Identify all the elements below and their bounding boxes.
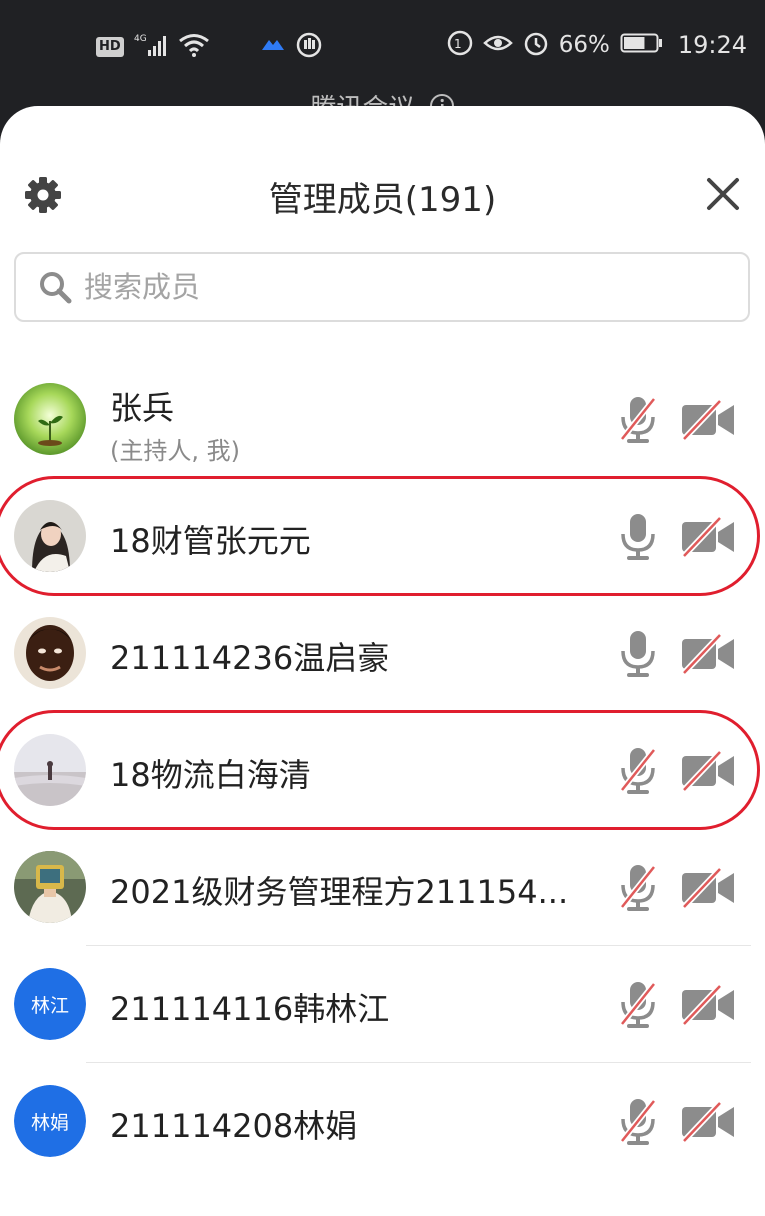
mic-icon xyxy=(621,631,655,677)
member-row[interactable]: 2021级财务管理程方211154... xyxy=(0,829,765,946)
app-notification-icon xyxy=(260,34,286,60)
mic-toggle-button[interactable] xyxy=(618,395,658,445)
camera-toggle-button[interactable] xyxy=(680,632,736,676)
mic-muted-icon xyxy=(619,865,657,911)
avatar-initials: 林江 xyxy=(14,968,86,1040)
avatar: 林娟 xyxy=(14,1085,86,1157)
member-row[interactable]: 211114236温启豪 xyxy=(0,595,765,712)
mic-toggle-button[interactable] xyxy=(618,863,658,913)
camera-off-icon xyxy=(681,632,734,676)
mic-toggle-button[interactable] xyxy=(618,512,658,562)
status-bar: HD 4G 1 66% 19:24 xyxy=(0,0,765,124)
signal-icon: 4G xyxy=(134,32,168,62)
wifi-icon xyxy=(178,32,210,62)
member-name: 211114116韩林江 xyxy=(110,990,390,1028)
camera-toggle-button[interactable] xyxy=(680,1100,736,1144)
mic-muted-icon xyxy=(619,748,657,794)
eye-icon xyxy=(482,31,513,59)
mic-toggle-button[interactable] xyxy=(618,746,658,796)
settings-button[interactable] xyxy=(22,174,64,216)
avatar-image xyxy=(14,851,86,923)
avatar-image xyxy=(14,500,86,572)
camera-off-icon xyxy=(681,398,734,442)
camera-toggle-button[interactable] xyxy=(680,749,736,793)
member-row[interactable]: 张兵 (主持人, 我) xyxy=(0,361,765,478)
panel-title: 管理成员(191) xyxy=(268,180,497,220)
avatar-image xyxy=(14,617,86,689)
camera-toggle-button[interactable] xyxy=(680,983,736,1027)
avatar-image xyxy=(14,383,86,455)
member-name: 18物流白海清 xyxy=(110,756,311,794)
avatar xyxy=(14,851,86,923)
avatar xyxy=(14,500,86,572)
battery-percent: 66% xyxy=(558,32,610,58)
avatar xyxy=(14,383,86,455)
panel-header: 管理成员(191) xyxy=(0,106,765,256)
mic-toggle-button[interactable] xyxy=(618,980,658,1030)
camera-off-icon xyxy=(681,983,734,1027)
camera-toggle-button[interactable] xyxy=(680,398,736,442)
camera-off-icon xyxy=(681,866,734,910)
avatar-image xyxy=(14,734,86,806)
mic-toggle-button[interactable] xyxy=(618,1097,658,1147)
camera-toggle-button[interactable] xyxy=(680,866,736,910)
member-name: 211114236温启豪 xyxy=(110,639,390,677)
search-icon xyxy=(40,272,72,304)
member-row[interactable]: 18物流白海清 xyxy=(0,712,765,829)
svg-text:4G: 4G xyxy=(134,34,147,44)
mic-muted-icon xyxy=(619,397,657,443)
panel-title-wrap: 管理成员(191) xyxy=(0,172,765,221)
member-name: 211114208林娟 xyxy=(110,1107,358,1145)
member-name: 张兵 xyxy=(110,389,175,427)
manage-members-panel: 管理成员(191) 张兵 (主持人, 我) 18财管张元元 211114236温启豪 1… xyxy=(0,106,765,1216)
clock: 19:24 xyxy=(677,31,747,59)
mic-muted-icon xyxy=(619,982,657,1028)
member-name: 2021级财务管理程方211154... xyxy=(110,873,569,911)
camera-off-icon xyxy=(681,749,734,793)
svg-text:1: 1 xyxy=(454,37,462,51)
hand-icon xyxy=(296,32,322,62)
search-input[interactable] xyxy=(82,269,686,305)
data-saver-icon: 1 xyxy=(447,30,473,60)
avatar: 林江 xyxy=(14,968,86,1040)
close-button[interactable] xyxy=(703,174,743,214)
member-row[interactable]: 林娟 211114208林娟 xyxy=(0,1063,765,1180)
avatar xyxy=(14,617,86,689)
member-row[interactable]: 林江 211114116韩林江 xyxy=(0,946,765,1063)
camera-off-icon xyxy=(681,515,734,559)
mic-muted-icon xyxy=(619,1099,657,1145)
member-role: (主持人, 我) xyxy=(110,437,240,465)
gear-icon xyxy=(25,177,61,213)
camera-off-icon xyxy=(681,1100,734,1144)
hd-badge: HD xyxy=(96,37,124,57)
battery-icon xyxy=(620,32,664,58)
search-box[interactable] xyxy=(14,252,750,322)
close-icon xyxy=(707,178,739,210)
camera-toggle-button[interactable] xyxy=(680,515,736,559)
mic-toggle-button[interactable] xyxy=(618,629,658,679)
mic-icon xyxy=(621,514,655,560)
member-name: 18财管张元元 xyxy=(110,522,311,560)
alarm-icon xyxy=(523,30,549,60)
avatar xyxy=(14,734,86,806)
member-row[interactable]: 18财管张元元 xyxy=(0,478,765,595)
avatar-initials: 林娟 xyxy=(14,1085,86,1157)
member-list: 张兵 (主持人, 我) 18财管张元元 211114236温启豪 18物流白海清 2021… xyxy=(0,361,765,1180)
